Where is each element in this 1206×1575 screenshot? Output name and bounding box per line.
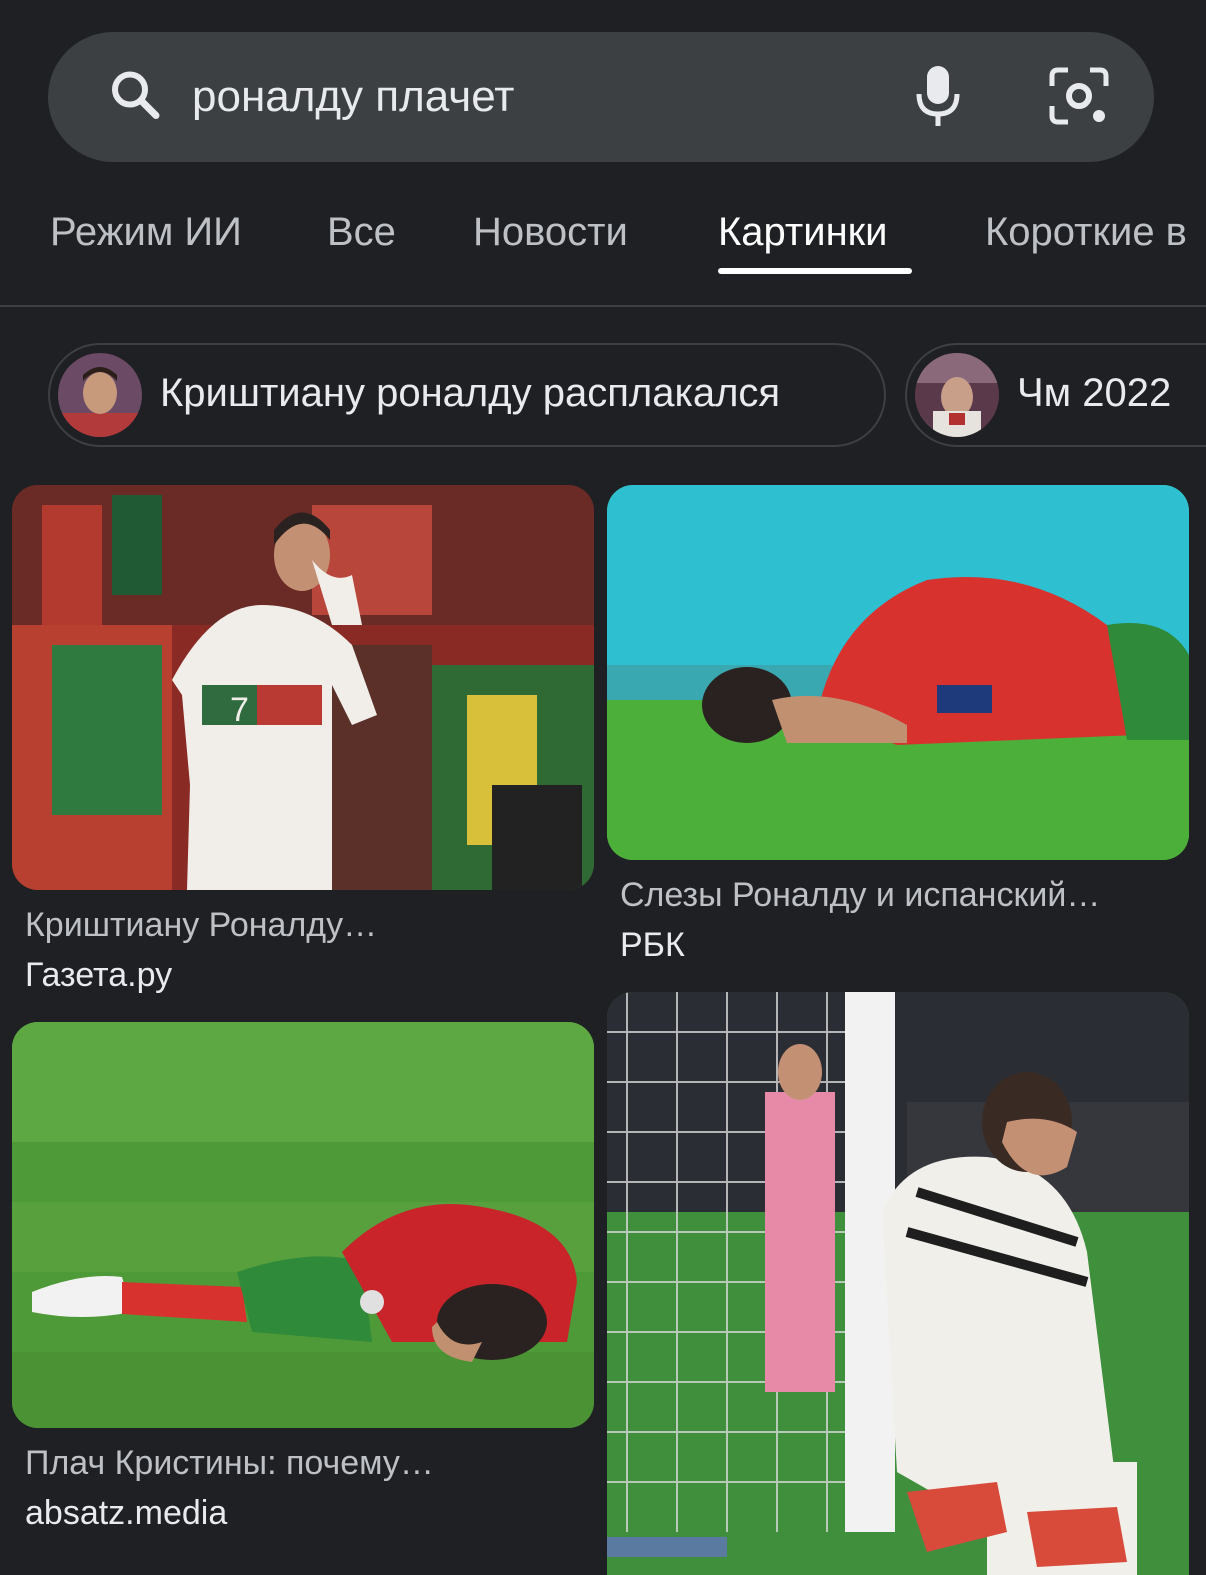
tab-all[interactable]: Все	[327, 210, 396, 255]
tab-shorts[interactable]: Короткие в	[985, 210, 1187, 255]
chip-suggestion-1[interactable]: Криштиану роналду расплакался	[48, 343, 886, 447]
svg-text:7: 7	[230, 691, 249, 729]
result-title[interactable]: Плач Кристины: почему…	[25, 1444, 434, 1483]
camera-lens-icon[interactable]	[1048, 66, 1110, 131]
result-image-4[interactable]	[607, 992, 1189, 1575]
search-bar[interactable]: роналду плачет	[48, 32, 1154, 162]
search-tabs: Режим ИИ Все Новости Картинки Короткие в	[0, 200, 1206, 306]
result-image-3[interactable]	[12, 1022, 594, 1428]
result-source: Газета.ру	[25, 956, 173, 994]
tab-ai-mode[interactable]: Режим ИИ	[50, 210, 242, 255]
chip-suggestion-2[interactable]: Чм 2022	[905, 343, 1206, 447]
mic-icon[interactable]	[914, 64, 962, 135]
chip-label: Криштиану роналду расплакался	[160, 371, 781, 415]
active-tab-indicator	[718, 268, 912, 274]
result-source: РБК	[620, 926, 685, 964]
search-icon[interactable]	[106, 66, 166, 131]
result-title[interactable]: Слезы Роналду и испанский…	[620, 876, 1100, 915]
tab-news[interactable]: Новости	[473, 210, 628, 255]
chip-thumbnail	[58, 353, 142, 437]
result-title[interactable]: Криштиану Роналду…	[25, 906, 377, 945]
tab-images[interactable]: Картинки	[718, 210, 888, 255]
result-image-1[interactable]: 7	[12, 485, 594, 890]
result-image-2[interactable]	[607, 485, 1189, 860]
tabs-divider	[0, 305, 1206, 307]
chip-label: Чм 2022	[1017, 371, 1172, 415]
chip-thumbnail	[915, 353, 999, 437]
search-input[interactable]: роналду плачет	[192, 72, 514, 122]
result-source: absatz.media	[25, 1494, 228, 1532]
